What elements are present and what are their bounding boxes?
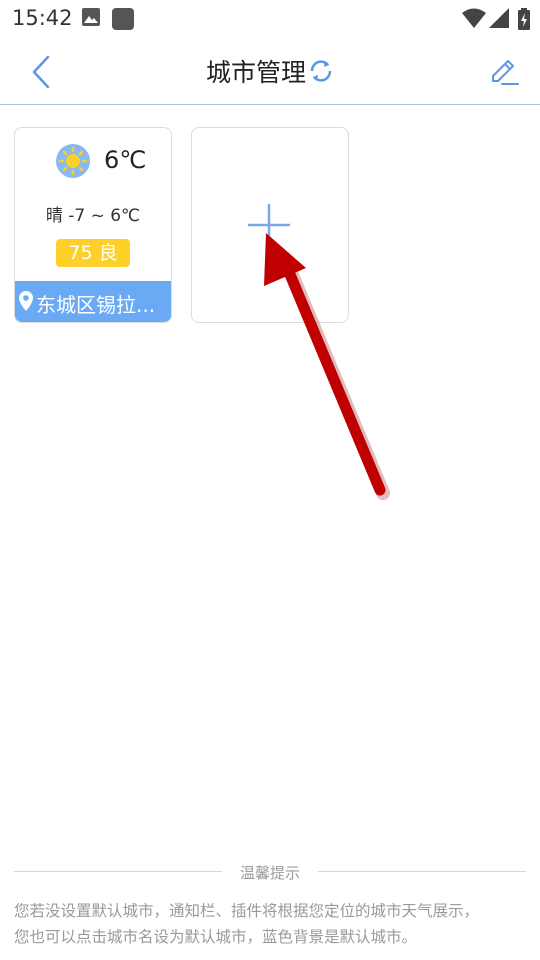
- edit-icon[interactable]: [488, 54, 520, 86]
- city-name: 东城区锡拉...: [36, 293, 156, 317]
- city-name-bar[interactable]: 东城区锡拉...: [15, 281, 171, 322]
- aqi-badge: 75 良: [56, 239, 130, 267]
- sunny-weather-icon: [56, 144, 90, 178]
- location-pin-icon: [19, 291, 33, 311]
- tips-title: 温馨提示: [239, 864, 300, 882]
- tips-line-1: 您若没设置默认城市，通知栏、插件将根据您定位的城市天气展示，: [14, 902, 480, 920]
- title-wrap: 城市管理: [0, 38, 540, 104]
- add-city-button[interactable]: [191, 127, 349, 323]
- signal-icon: [489, 8, 509, 28]
- refresh-icon[interactable]: [308, 58, 334, 84]
- temperature-range: 晴 -7 ~ 6℃: [45, 206, 141, 226]
- tips-line-2: 您也可以点击城市名设为默认城市，蓝色背景是默认城市。: [14, 928, 418, 946]
- tips-text: 您若没设置默认城市，通知栏、插件将根据您定位的城市天气展示， 您也可以点击城市名…: [14, 898, 530, 950]
- status-time: 15:42: [12, 6, 73, 30]
- page-title: 城市管理: [205, 58, 306, 87]
- battery-icon: [518, 8, 530, 30]
- app-header: 城市管理: [0, 38, 540, 105]
- tips-header: 温馨提示: [14, 862, 526, 882]
- app-notification-icon: [112, 8, 134, 30]
- wifi-icon: [462, 8, 486, 28]
- plus-icon: [248, 204, 290, 246]
- image-notification-icon: [82, 8, 100, 26]
- city-card[interactable]: 6℃ 晴 -7 ~ 6℃ 75 良 东城区锡拉...: [14, 127, 172, 323]
- current-temperature: 6℃: [104, 146, 147, 174]
- status-bar: 15:42: [0, 0, 540, 38]
